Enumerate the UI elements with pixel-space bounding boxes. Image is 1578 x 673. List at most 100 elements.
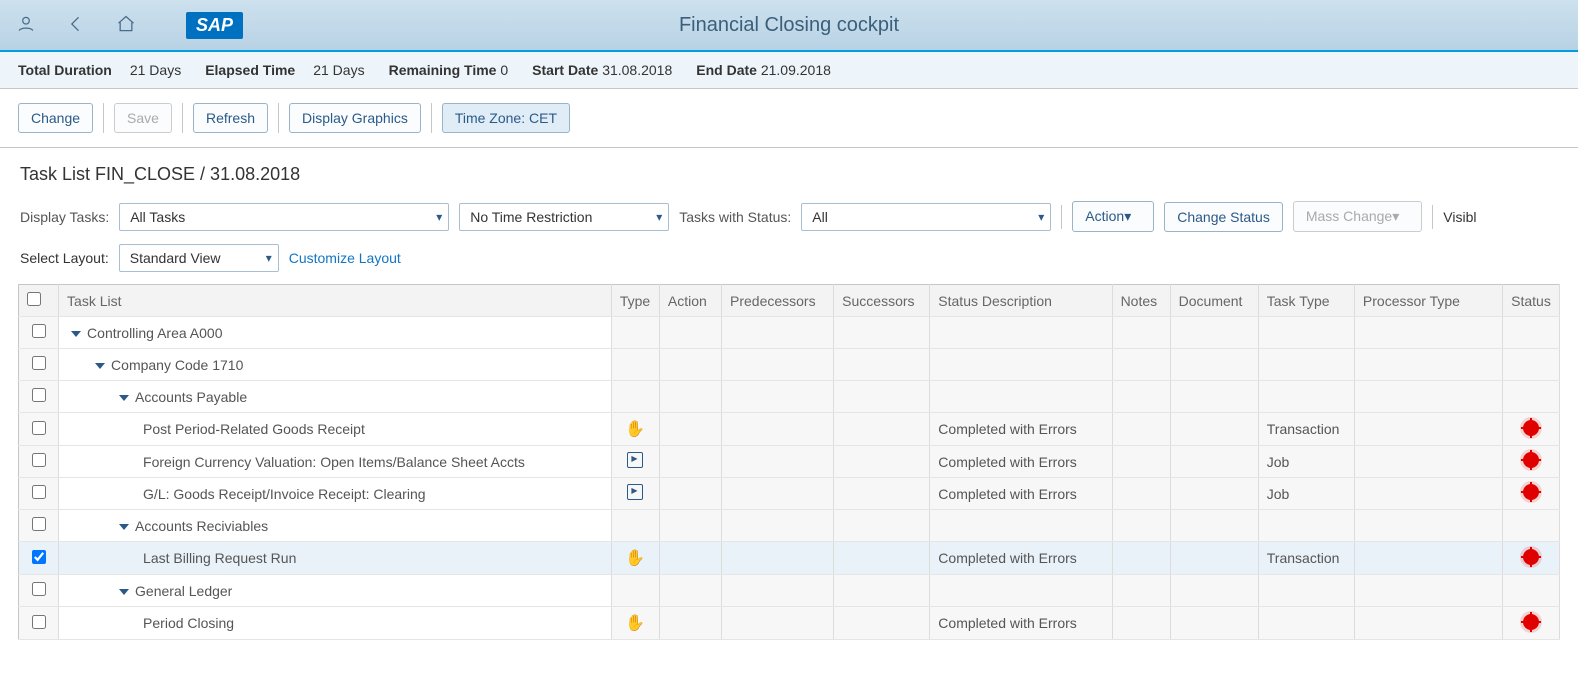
display-graphics-button[interactable]: Display Graphics bbox=[289, 103, 421, 133]
display-tasks-select[interactable]: All Tasks▾ bbox=[119, 203, 449, 231]
home-icon[interactable] bbox=[116, 14, 136, 37]
task-table: Task List Type Action Predecessors Succe… bbox=[18, 284, 1560, 640]
status-desc bbox=[930, 510, 1112, 542]
layout-bar: Select Layout: Standard View▾ Customize … bbox=[0, 240, 1578, 284]
chevron-down-icon: ▾ bbox=[1038, 210, 1044, 224]
table-row[interactable]: Period Closing ✋ Completed with Errors bbox=[19, 607, 1560, 640]
col-task-type[interactable]: Task Type bbox=[1258, 285, 1354, 317]
page-title: Financial Closing cockpit bbox=[679, 14, 899, 37]
chevron-down-icon: ▾ bbox=[266, 251, 272, 265]
error-status-icon bbox=[1524, 453, 1538, 467]
col-notes[interactable]: Notes bbox=[1112, 285, 1170, 317]
row-checkbox[interactable] bbox=[32, 550, 46, 564]
titlebar: SAP Financial Closing cockpit bbox=[0, 0, 1578, 52]
expand-icon[interactable] bbox=[71, 331, 81, 337]
elapsed-value: 21 Days bbox=[313, 62, 364, 78]
status-desc bbox=[930, 575, 1112, 607]
total-duration-value: 21 Days bbox=[130, 62, 181, 78]
job-icon bbox=[627, 452, 643, 468]
expand-icon[interactable] bbox=[119, 395, 129, 401]
task-type bbox=[1258, 381, 1354, 413]
back-icon[interactable] bbox=[66, 14, 86, 37]
task-label: Period Closing bbox=[143, 615, 234, 631]
task-label: Accounts Reciviables bbox=[135, 518, 268, 534]
col-status-desc[interactable]: Status Description bbox=[930, 285, 1112, 317]
timezone-button[interactable]: Time Zone: CET bbox=[442, 103, 570, 133]
task-label: Post Period-Related Goods Receipt bbox=[143, 421, 365, 437]
refresh-button[interactable]: Refresh bbox=[193, 103, 268, 133]
status-desc bbox=[930, 317, 1112, 349]
end-label: End Date bbox=[696, 62, 757, 78]
row-checkbox[interactable] bbox=[32, 517, 46, 531]
task-type: Job bbox=[1258, 446, 1354, 478]
col-predecessors[interactable]: Predecessors bbox=[722, 285, 834, 317]
col-type[interactable]: Type bbox=[611, 285, 659, 317]
chevron-down-icon: ▾ bbox=[436, 210, 442, 224]
status-label: Tasks with Status: bbox=[679, 209, 791, 225]
table-row[interactable]: Foreign Currency Valuation: Open Items/B… bbox=[19, 446, 1560, 478]
row-checkbox[interactable] bbox=[32, 582, 46, 596]
manual-icon: ✋ bbox=[625, 615, 645, 632]
row-checkbox[interactable] bbox=[32, 324, 46, 338]
chevron-down-icon: ▾ bbox=[656, 210, 662, 224]
row-checkbox[interactable] bbox=[32, 356, 46, 370]
row-checkbox[interactable] bbox=[32, 453, 46, 467]
manual-icon: ✋ bbox=[625, 421, 645, 438]
change-button[interactable]: Change bbox=[18, 103, 93, 133]
table-row[interactable]: Accounts Payable bbox=[19, 381, 1560, 413]
expand-icon[interactable] bbox=[119, 524, 129, 530]
time-restriction-select[interactable]: No Time Restriction▾ bbox=[459, 203, 669, 231]
col-successors[interactable]: Successors bbox=[834, 285, 930, 317]
filter-bar: Display Tasks: All Tasks▾ No Time Restri… bbox=[0, 193, 1578, 240]
expand-icon[interactable] bbox=[119, 589, 129, 595]
info-bar: Total Duration 21 Days Elapsed Time 21 D… bbox=[0, 52, 1578, 89]
col-processor[interactable]: Processor Type bbox=[1354, 285, 1502, 317]
expand-icon[interactable] bbox=[95, 363, 105, 369]
customize-layout-link[interactable]: Customize Layout bbox=[289, 250, 401, 266]
elapsed-label: Elapsed Time bbox=[205, 62, 295, 78]
table-row[interactable]: Last Billing Request Run✋Completed with … bbox=[19, 542, 1560, 575]
select-all-checkbox[interactable] bbox=[27, 292, 41, 306]
sap-logo: SAP bbox=[186, 12, 243, 39]
col-status[interactable]: Status bbox=[1503, 285, 1560, 317]
save-button: Save bbox=[114, 103, 172, 133]
col-task-list[interactable]: Task List bbox=[59, 285, 612, 317]
task-label: Foreign Currency Valuation: Open Items/B… bbox=[143, 454, 525, 470]
status-desc bbox=[930, 381, 1112, 413]
change-status-button[interactable]: Change Status bbox=[1164, 202, 1283, 232]
table-row[interactable]: Controlling Area A000 bbox=[19, 317, 1560, 349]
table-row[interactable]: Company Code 1710 bbox=[19, 349, 1560, 381]
col-document[interactable]: Document bbox=[1170, 285, 1258, 317]
display-tasks-label: Display Tasks: bbox=[20, 209, 109, 225]
status-select[interactable]: All▾ bbox=[801, 203, 1051, 231]
table-row[interactable]: G/L: Goods Receipt/Invoice Receipt: Clea… bbox=[19, 478, 1560, 510]
chevron-down-icon: ▾ bbox=[1392, 208, 1399, 224]
task-label: Last Billing Request Run bbox=[143, 550, 296, 566]
table-row[interactable]: Post Period-Related Goods Receipt✋Comple… bbox=[19, 413, 1560, 446]
error-status-icon bbox=[1524, 485, 1538, 499]
table-row[interactable]: General Ledger bbox=[19, 575, 1560, 607]
error-status-icon bbox=[1524, 421, 1538, 435]
job-icon bbox=[627, 484, 643, 500]
task-type: Transaction bbox=[1258, 413, 1354, 446]
end-value: 21.09.2018 bbox=[761, 62, 831, 78]
remaining-label: Remaining Time bbox=[389, 62, 497, 78]
status-desc: Completed with Errors bbox=[930, 478, 1112, 510]
user-icon[interactable] bbox=[16, 14, 36, 37]
status-desc: Completed with Errors bbox=[930, 446, 1112, 478]
task-type bbox=[1258, 317, 1354, 349]
task-label: Accounts Payable bbox=[135, 389, 247, 405]
row-checkbox[interactable] bbox=[32, 615, 46, 629]
task-type bbox=[1258, 510, 1354, 542]
row-checkbox[interactable] bbox=[32, 485, 46, 499]
visible-label: Visibl bbox=[1443, 209, 1476, 225]
table-row[interactable]: Accounts Reciviables bbox=[19, 510, 1560, 542]
col-action[interactable]: Action bbox=[659, 285, 721, 317]
select-layout-select[interactable]: Standard View▾ bbox=[119, 244, 279, 272]
row-checkbox[interactable] bbox=[32, 388, 46, 402]
task-type bbox=[1258, 575, 1354, 607]
action-button[interactable]: Action▾ bbox=[1072, 201, 1154, 232]
row-checkbox[interactable] bbox=[32, 421, 46, 435]
status-desc: Completed with Errors bbox=[930, 607, 1112, 640]
start-value: 31.08.2018 bbox=[602, 62, 672, 78]
